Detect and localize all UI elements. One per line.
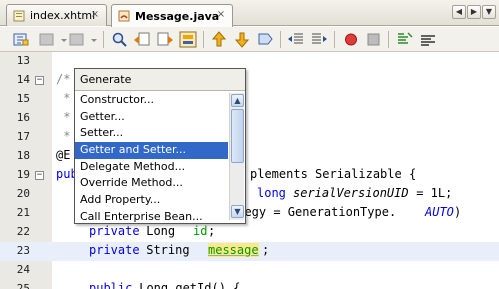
- code-field: serialVersionUID: [293, 186, 409, 200]
- tab-index-close-icon[interactable]: ×: [90, 10, 100, 20]
- comment-icon[interactable]: [396, 31, 414, 48]
- fold-collapse-icon[interactable]: −: [35, 76, 44, 85]
- line-number: 15: [16, 92, 30, 105]
- find-icon[interactable]: [110, 31, 128, 48]
- line-number: 18: [16, 149, 30, 162]
- line-number: 19: [16, 168, 30, 181]
- scroll-up-icon[interactable]: ▲: [231, 94, 244, 107]
- popup-scrollbar[interactable]: ▲ ▼: [229, 93, 244, 220]
- xhtml-file-icon: [13, 10, 25, 21]
- toggle-bookmark-icon[interactable]: [256, 31, 274, 48]
- code-field-highlighted: message: [208, 243, 259, 257]
- code-text: ategy = GenerationType.: [230, 205, 397, 219]
- generate-popup-title: Generate: [75, 69, 245, 91]
- back-dropdown-icon[interactable]: [55, 31, 67, 48]
- code-line: 22 private Long id ;: [0, 223, 499, 242]
- java-file-icon: [118, 10, 130, 22]
- tab-next-icon[interactable]: ▶: [467, 5, 481, 19]
- tab-message-close-icon[interactable]: ×: [216, 10, 226, 20]
- toolbar-separator: [334, 31, 335, 48]
- line-number: 24: [16, 263, 30, 276]
- generate-setter-item[interactable]: Setter...: [75, 125, 228, 142]
- toolbar-separator: [103, 31, 104, 48]
- find-previous-icon[interactable]: [133, 31, 151, 48]
- editor-tab-bar: index.xhtml × Message.java × ◀ ▶ ▼: [0, 0, 499, 27]
- line-number: 23: [16, 244, 30, 257]
- code-text: ;: [208, 224, 216, 238]
- toolbar-separator: [203, 31, 204, 48]
- code-keyword: private: [89, 243, 140, 257]
- code-keyword: private: [89, 224, 140, 238]
- line-number: 20: [16, 187, 30, 200]
- shift-left-icon[interactable]: [287, 31, 305, 48]
- code-text: String: [139, 243, 197, 257]
- code-text: *: [56, 129, 71, 143]
- code-line-current: 23 private String message ;: [0, 242, 499, 261]
- line-number: 14: [16, 73, 30, 86]
- forward-dropdown-icon[interactable]: [85, 31, 97, 48]
- line-number: 25: [16, 282, 30, 289]
- generate-delegate-method-item[interactable]: Delegate Method...: [75, 159, 228, 176]
- tab-index-xhtml-label: index.xhtml: [30, 9, 96, 22]
- fold-collapse-icon[interactable]: −: [35, 171, 44, 180]
- code-text: *: [56, 110, 71, 124]
- scroll-thumb[interactable]: [231, 109, 244, 163]
- forward-icon[interactable]: [68, 31, 86, 48]
- code-field: id: [193, 224, 208, 238]
- previous-bookmark-icon[interactable]: [210, 31, 228, 48]
- generate-add-property-item[interactable]: Add Property...: [75, 192, 228, 209]
- code-text: ;: [262, 243, 270, 257]
- line-number: 21: [16, 206, 30, 219]
- generate-options-list: Constructor... Getter... Setter... Gette…: [75, 92, 228, 226]
- generate-popup: Generate Constructor... Getter... Setter…: [74, 68, 246, 224]
- code-line: 24: [0, 261, 499, 280]
- line-number: 13: [16, 54, 30, 67]
- code-keyword: public: [89, 281, 133, 289]
- start-macro-recording-icon[interactable]: [342, 31, 360, 48]
- generate-override-method-item[interactable]: Override Method...: [75, 175, 228, 192]
- code-text: @E: [56, 148, 71, 162]
- code-text: *: [56, 91, 71, 105]
- tab-message-java[interactable]: Message.java ×: [111, 4, 233, 27]
- code-text: Long getId() {: [132, 281, 241, 289]
- generate-call-enterprise-bean-item[interactable]: Call Enterprise Bean...: [75, 209, 228, 226]
- code-text: plements Serializable {: [250, 167, 417, 181]
- line-number: 16: [16, 111, 30, 124]
- line-number: 22: [16, 225, 30, 238]
- code-text: = 1L;: [409, 186, 453, 200]
- code-line: 25 public Long getId() {: [0, 280, 499, 289]
- line-number: 17: [16, 130, 30, 143]
- next-bookmark-icon[interactable]: [233, 31, 251, 48]
- toolbar-separator: [388, 31, 389, 48]
- tab-index-xhtml[interactable]: index.xhtml ×: [6, 4, 107, 26]
- stop-macro-recording-icon[interactable]: [365, 31, 383, 48]
- tab-message-java-label: Message.java: [135, 9, 220, 23]
- code-text: ): [454, 205, 462, 219]
- generate-getter-item[interactable]: Getter...: [75, 109, 228, 126]
- source-history-icon[interactable]: [12, 31, 30, 48]
- uncomment-icon[interactable]: [419, 31, 437, 48]
- code-text: Long: [139, 224, 183, 238]
- tab-list-icon[interactable]: ▼: [482, 5, 496, 19]
- code-keyword: long: [257, 186, 286, 200]
- code-text: /*: [56, 72, 71, 86]
- find-next-icon[interactable]: [156, 31, 174, 48]
- editor-toolbar: [0, 27, 499, 52]
- generate-getter-and-setter-item[interactable]: Getter and Setter...: [75, 142, 228, 159]
- code-enum-constant: AUTO: [425, 205, 454, 219]
- tab-prev-icon[interactable]: ◀: [452, 5, 466, 19]
- back-icon[interactable]: [38, 31, 56, 48]
- generate-constructor-item[interactable]: Constructor...: [75, 92, 228, 109]
- shift-right-icon[interactable]: [310, 31, 328, 48]
- toolbar-separator: [280, 31, 281, 48]
- scroll-down-icon[interactable]: ▼: [231, 205, 244, 218]
- toggle-highlight-icon[interactable]: [179, 31, 197, 48]
